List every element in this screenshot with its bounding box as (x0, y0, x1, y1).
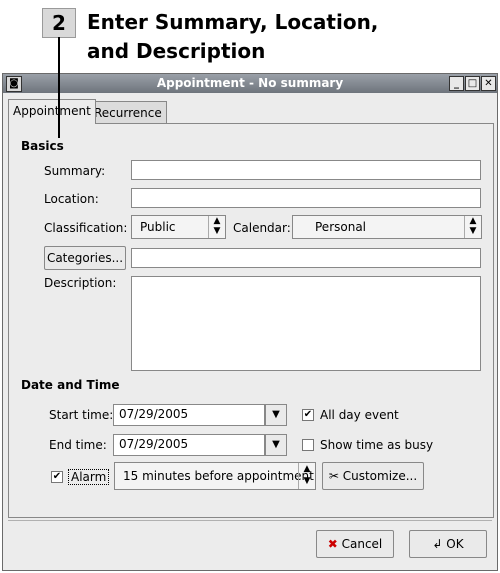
end-date-input[interactable]: 07/29/2005 (113, 434, 265, 456)
window-title: Appointment - No summary (156, 76, 344, 90)
description-textarea[interactable] (131, 276, 481, 371)
appointment-panel: Basics Summary: Location: Classification… (8, 123, 494, 518)
footer-separator (8, 520, 492, 521)
description-label: Description: (44, 276, 117, 290)
calendar-value: Personal (315, 220, 367, 234)
spinner-arrows-icon: ▲ ▼ (298, 463, 315, 489)
location-input[interactable] (131, 188, 481, 208)
show-busy-checkbox[interactable] (302, 439, 314, 451)
callout-pointer-line (58, 37, 60, 138)
ok-label: OK (446, 537, 464, 551)
step-instruction-line1: Enter Summary, Location, (87, 10, 379, 34)
tab-appointment[interactable]: Appointment (8, 99, 96, 124)
cancel-button[interactable]: ✖ Cancel (316, 530, 394, 558)
maximize-icon[interactable]: □ (465, 76, 480, 91)
location-label: Location: (44, 192, 99, 206)
start-time-label: Start time: (49, 408, 114, 422)
close-icon[interactable]: ✕ (481, 76, 496, 91)
classification-value: Public (140, 220, 176, 234)
categories-button[interactable]: Categories... (44, 246, 126, 270)
calendar-label: Calendar: (233, 221, 291, 235)
customize-button[interactable]: ✂ Customize... (322, 462, 424, 490)
date-time-heading: Date and Time (21, 378, 120, 392)
title-bar[interactable]: Appointment - No summary (3, 74, 497, 93)
cancel-label: Cancel (341, 537, 383, 551)
customize-label: Customize... (342, 469, 418, 483)
alarm-value: 15 minutes before appointment (123, 469, 314, 483)
classification-select[interactable]: Public ▲ ▼ (131, 215, 226, 239)
alarm-select[interactable]: 15 minutes before appointment ▲ ▼ (114, 462, 316, 490)
appointment-window: Appointment - No summary ◙ _ □ ✕ Appoint… (2, 73, 498, 571)
step-instruction: Enter Summary, Location, and Description (87, 8, 447, 66)
alarm-checkbox[interactable]: ✔ (51, 471, 63, 483)
chevron-down-icon[interactable]: ▼ (265, 404, 287, 426)
classification-label: Classification: (44, 221, 128, 235)
appointment-icon[interactable]: ◙ (6, 76, 22, 92)
alarm-label: Alarm (68, 469, 110, 485)
step-number-badge: 2 (42, 8, 76, 38)
all-day-checkbox[interactable]: ✔ (302, 409, 314, 421)
start-date-input[interactable]: 07/29/2005 (113, 404, 265, 426)
enter-arrow-icon: ↲ (432, 537, 443, 551)
summary-input[interactable] (131, 160, 481, 180)
spinner-arrows-icon: ▲ ▼ (208, 216, 225, 238)
spinner-arrows-icon: ▲ ▼ (464, 216, 481, 238)
show-busy-label: Show time as busy (320, 438, 434, 452)
calendar-select[interactable]: Personal ▲ ▼ (292, 215, 482, 239)
tab-recurrence[interactable]: Recurrence (89, 101, 167, 124)
summary-label: Summary: (44, 164, 106, 178)
ok-button[interactable]: ↲ OK (409, 530, 487, 558)
end-time-label: End time: (49, 438, 107, 452)
minimize-icon[interactable]: _ (449, 76, 464, 91)
all-day-label: All day event (320, 408, 399, 422)
chevron-down-icon[interactable]: ▼ (265, 434, 287, 456)
x-icon: ✖ (327, 537, 338, 551)
basics-heading: Basics (21, 139, 64, 153)
tools-icon: ✂ (328, 469, 339, 483)
step-instruction-line2: and Description (87, 39, 266, 63)
categories-input[interactable] (131, 248, 481, 268)
